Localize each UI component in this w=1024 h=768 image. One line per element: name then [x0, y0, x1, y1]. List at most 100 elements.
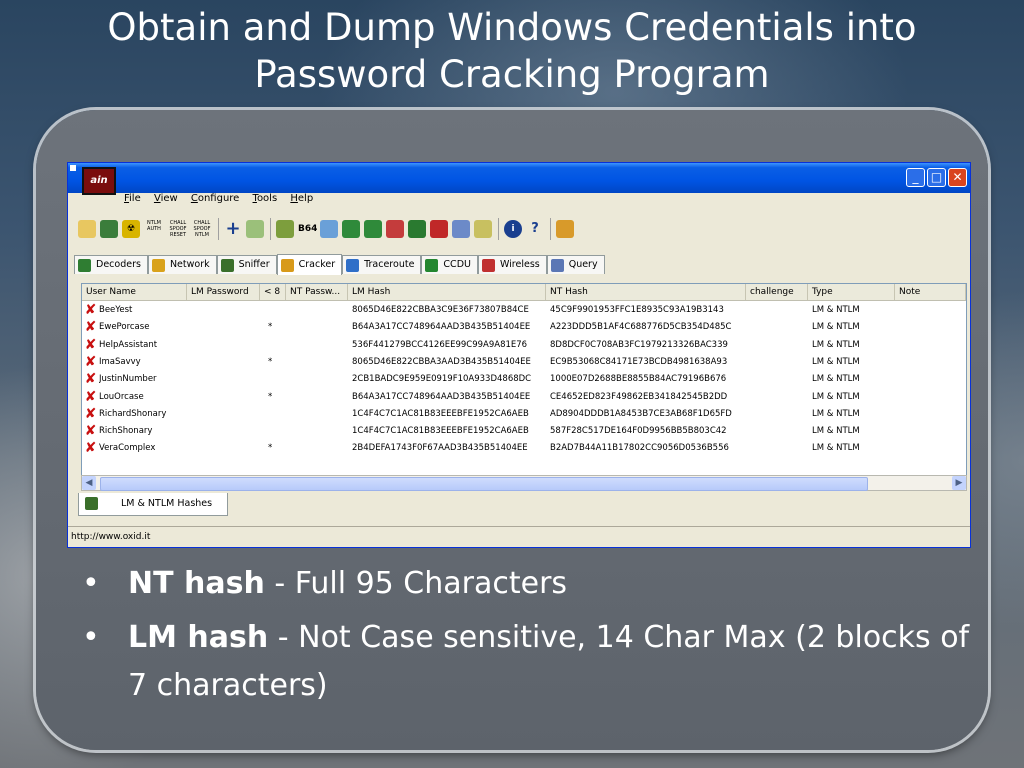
table-cell	[899, 389, 966, 406]
column-header[interactable]: User Name	[82, 284, 187, 300]
table-cell	[290, 371, 348, 388]
table-cell	[290, 423, 348, 440]
close-button[interactable]: ✕	[948, 168, 967, 187]
vnc-icon[interactable]	[364, 220, 382, 238]
wireless-icon[interactable]	[474, 220, 492, 238]
info-icon[interactable]: i	[504, 220, 522, 238]
lsa-secrets-icon[interactable]	[342, 220, 360, 238]
terminal-icon[interactable]	[408, 220, 426, 238]
scroll-left-icon[interactable]: ◀	[82, 476, 96, 490]
status-text: http://www.oxid.it	[71, 532, 151, 542]
system-menu-icon[interactable]	[70, 165, 76, 171]
bullet-item: • NT hash - Full 95 Characters	[82, 560, 982, 608]
table-row[interactable]: ✘ VeraComplex * 2B4DEFA1743F0F67AAD3B435B51…	[82, 440, 966, 457]
bullet-term: LM hash	[128, 620, 269, 655]
menu-file[interactable]: File	[124, 193, 141, 204]
table-cell: *	[268, 322, 273, 333]
tab-wireless[interactable]: Wireless	[477, 255, 547, 274]
table-cell	[290, 354, 348, 371]
challenge-spoof-reset-icon[interactable]: CHALL SPOOF RESET	[168, 220, 188, 238]
horizontal-scrollbar[interactable]: ◀ ▶	[81, 475, 967, 491]
table-cell: 8065D46E822CBBA3AAD3B435B51404EE	[352, 356, 531, 367]
wireless-icon	[481, 258, 495, 272]
table-cell	[750, 440, 808, 457]
table-row[interactable]: ✘ BeeYest 8065D46E822CBBA3C9E36F73807B84CE…	[82, 302, 966, 319]
hashes-icon	[85, 497, 98, 510]
scrollbar-thumb[interactable]	[100, 477, 868, 491]
tab-network[interactable]: Network	[147, 255, 217, 274]
tab-cracker[interactable]: Cracker	[276, 254, 343, 275]
tab-decoders[interactable]: Decoders	[74, 255, 148, 274]
sniffer-toggle-icon[interactable]	[276, 220, 294, 238]
status-bar: http://www.oxid.it	[68, 526, 970, 546]
column-header[interactable]: NT Passw...	[286, 284, 348, 300]
column-header[interactable]: Type	[808, 284, 895, 300]
tab-sniffer[interactable]: Sniffer	[216, 255, 277, 274]
table-row[interactable]: ✘ RichShonary 1C4F4C7C1AC81B83EEEBFE1952CA…	[82, 423, 966, 440]
column-header[interactable]: NT Hash	[546, 284, 746, 300]
table-cell	[750, 406, 808, 423]
table-cell	[899, 302, 966, 319]
table-cell: EwePorcase	[99, 322, 150, 333]
maximize-button[interactable]: □	[927, 168, 946, 187]
table-row[interactable]: ✘ HelpAssistant 536F441279BCC4126EE99C99A9…	[82, 337, 966, 354]
table-row[interactable]: ✘ JustinNumber 2CB1BADC9E959E0919F10A933D4…	[82, 371, 966, 388]
table-cell: JustinNumber	[99, 374, 157, 385]
decoder-icon[interactable]	[320, 220, 338, 238]
tab-traceroute[interactable]: Traceroute	[342, 255, 422, 274]
table-row[interactable]: ✘ LouOrcase * B64A3A17CC748964AAD3B435B5140…	[82, 389, 966, 406]
bullet-list: • NT hash - Full 95 Characters • LM hash -…	[82, 560, 982, 710]
table-cell: RichShonary	[99, 426, 153, 437]
network-icon[interactable]	[100, 220, 118, 238]
column-header[interactable]: < 8	[260, 284, 286, 300]
routing-icon[interactable]	[430, 220, 448, 238]
tower-icon[interactable]	[556, 220, 574, 238]
ntlm-auth-icon[interactable]: NTLM AUTH	[144, 220, 164, 238]
menu-tools[interactable]: Tools	[253, 193, 278, 204]
tab-lm-ntlm-hashes[interactable]: LM & NTLM Hashes	[78, 493, 228, 516]
not-cracked-icon: ✘	[84, 423, 97, 440]
radiation-icon[interactable]: ☢	[122, 220, 140, 238]
challenge-spoof-ntlm-icon[interactable]: CHALL SPOOF NTLM	[192, 220, 212, 238]
hash-table[interactable]: User Name LM Password < 8 NT Passw... LM Has…	[81, 283, 967, 477]
certificate-icon[interactable]	[246, 220, 264, 238]
table-cell	[191, 423, 260, 440]
not-cracked-icon: ✘	[84, 319, 97, 336]
table-cell: 2CB1BADC9E959E0919F10A933D4868DC	[352, 374, 532, 385]
table-cell	[191, 406, 260, 423]
table-row[interactable]: ✘ RichardShonary 1C4F4C7C1AC81B83EEEBFE195…	[82, 406, 966, 423]
table-cell	[268, 371, 290, 388]
help-icon[interactable]: ?	[526, 220, 544, 238]
app-logo: ain	[82, 167, 116, 195]
table-cell: BeeYest	[99, 305, 133, 315]
column-header[interactable]: LM Hash	[348, 284, 546, 300]
column-header[interactable]: challenge	[746, 284, 808, 300]
table-cell	[750, 337, 808, 354]
table-row[interactable]: ✘ EwePorcase * B64A3A17CC748964AAD3B435B514…	[82, 319, 966, 336]
menu-configure[interactable]: Configure	[191, 193, 239, 204]
table-cell	[268, 302, 290, 319]
menu-help[interactable]: Help	[290, 193, 313, 204]
tab-ccdu[interactable]: CCDU	[421, 255, 478, 274]
table-cell	[750, 389, 808, 406]
table-cell: RichardShonary	[99, 408, 167, 419]
table-row[interactable]: ✘ ImaSavvy * 8065D46E822CBBA3AAD3B435B51404…	[82, 354, 966, 371]
menu-view[interactable]: View	[154, 193, 178, 204]
toolbar: ☢ NTLM AUTH CHALL SPOOF RESET CHALL SPOO…	[78, 215, 958, 243]
table-cell: VeraComplex	[99, 443, 156, 454]
tab-query[interactable]: Query	[546, 255, 605, 274]
base64-icon[interactable]: B64	[298, 220, 317, 238]
column-header[interactable]: LM Password	[187, 284, 260, 300]
table-cell: A223DDD5B1AF4C688776D5CB354D485C	[550, 322, 732, 333]
hash-calc-icon[interactable]	[452, 220, 470, 238]
scroll-right-icon[interactable]: ▶	[952, 476, 966, 490]
add-icon[interactable]: +	[224, 220, 242, 238]
toolbar-separator	[270, 218, 271, 240]
not-cracked-icon: ✘	[84, 302, 97, 318]
open-folder-icon[interactable]	[78, 220, 96, 238]
minimize-button[interactable]: _	[906, 168, 925, 187]
table-cell: LM & NTLM	[812, 426, 860, 437]
column-header[interactable]: Note	[895, 284, 966, 300]
title-bar[interactable]: ain _ □ ✕	[68, 163, 970, 195]
rdp-icon[interactable]	[386, 220, 404, 238]
